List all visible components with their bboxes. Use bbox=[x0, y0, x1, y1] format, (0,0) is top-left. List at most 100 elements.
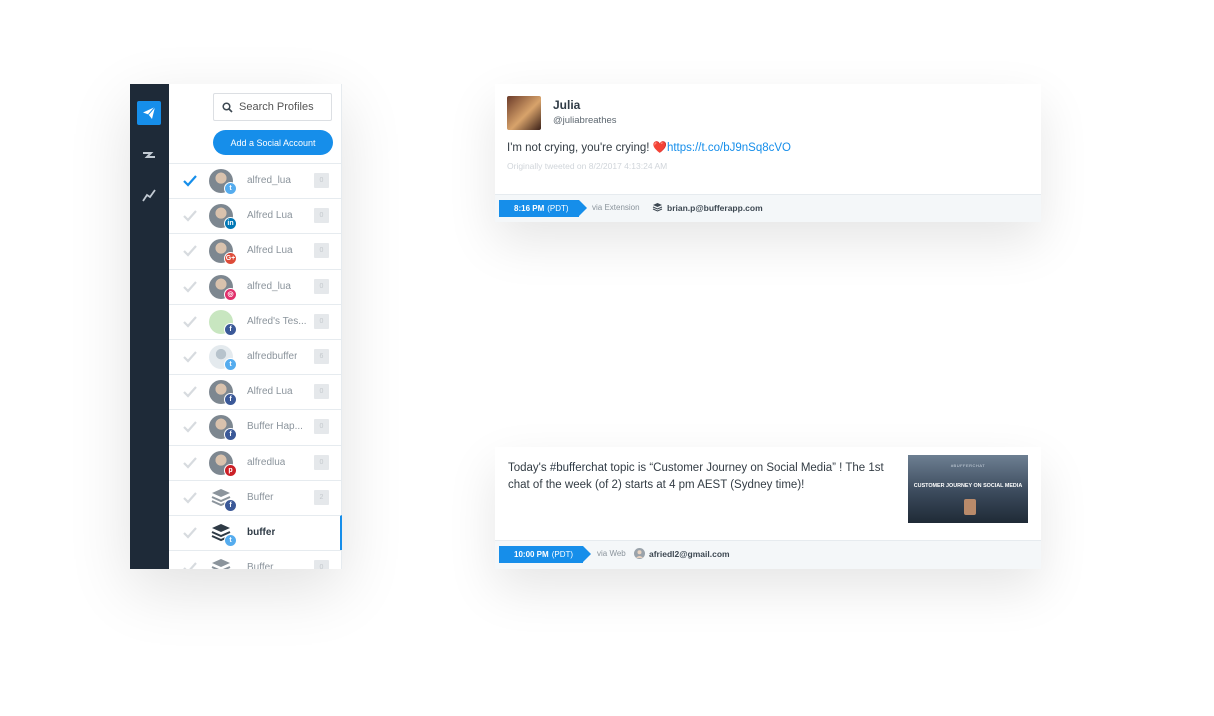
profile-name: Buffer bbox=[247, 562, 274, 569]
profile-row[interactable]: t alfredbuffer 6 bbox=[169, 338, 342, 374]
avatar bbox=[507, 96, 541, 130]
facebook-icon: f bbox=[224, 322, 237, 336]
instagram-icon: ◎ bbox=[224, 287, 237, 301]
checkmark-icon[interactable] bbox=[183, 491, 197, 504]
thumbnail-photo bbox=[964, 499, 976, 515]
profile-name: Alfred's Tes... bbox=[247, 315, 307, 327]
profile-row[interactable]: t alfred_lua 0 bbox=[169, 163, 342, 198]
post-card-retweet: Julia @juliabreathes I'm not crying, you… bbox=[495, 84, 1041, 222]
nav-reply[interactable] bbox=[137, 143, 161, 167]
nav-publish[interactable] bbox=[137, 101, 161, 125]
queue-count-badge: 0 bbox=[314, 313, 329, 329]
facebook-icon: f bbox=[224, 498, 237, 512]
profile-row[interactable]: in Alfred Lua 0 bbox=[169, 198, 342, 233]
checkmark-icon[interactable] bbox=[183, 245, 197, 257]
thumbnail-caption-top: #BUFFERCHAT bbox=[950, 463, 986, 468]
analytics-icon bbox=[142, 189, 156, 202]
main-nav bbox=[130, 84, 169, 569]
tweet-text: I'm not crying, you're crying! ❤️https:/… bbox=[507, 140, 791, 154]
profile-name: Buffer Hap... bbox=[247, 421, 303, 433]
checkmark-icon[interactable] bbox=[183, 456, 197, 469]
checkmark-icon[interactable] bbox=[183, 351, 197, 363]
post-image-thumbnail[interactable]: #BUFFERCHAT CUSTOMER JOURNEY ON SOCIAL M… bbox=[908, 455, 1028, 523]
profile-row[interactable]: G+ Alfred Lua 0 bbox=[169, 233, 342, 268]
thumbnail-title: CUSTOMER JOURNEY ON SOCIAL MEDIA bbox=[913, 483, 1023, 489]
queue-count-badge: 0 bbox=[314, 243, 329, 259]
checkmark-icon[interactable] bbox=[183, 386, 197, 398]
queue-count-badge: 6 bbox=[314, 348, 329, 364]
post-timezone: (PDT) bbox=[547, 204, 569, 213]
profile-row[interactable]: p alfredlua 0 bbox=[169, 444, 342, 480]
checkmark-icon[interactable] bbox=[183, 562, 197, 569]
facebook-icon: f bbox=[224, 393, 237, 407]
twitter-icon: t bbox=[224, 357, 237, 371]
search-icon bbox=[222, 101, 233, 113]
profile-name: Alfred Lua bbox=[247, 210, 293, 222]
profile-name: Buffer bbox=[247, 491, 274, 503]
post-via: via Extension bbox=[592, 203, 640, 212]
avatar bbox=[209, 556, 233, 569]
checkmark-icon[interactable] bbox=[183, 527, 197, 539]
queue-count-badge: 0 bbox=[314, 454, 329, 470]
post-via: via Web bbox=[597, 549, 626, 558]
post-hashtag[interactable]: #bufferchat bbox=[550, 462, 607, 474]
profile-name: alfred_lua bbox=[247, 280, 291, 292]
twitter-icon: t bbox=[224, 533, 237, 547]
post-author-email: brian.p@bufferapp.com bbox=[667, 202, 763, 213]
checkmark-icon[interactable] bbox=[183, 175, 197, 187]
scheduled-time-tag: 8:16 PM (PDT) bbox=[499, 200, 587, 217]
profile-name: alfred_lua bbox=[247, 175, 291, 186]
tweet-body: I'm not crying, you're crying! bbox=[507, 142, 653, 154]
post-author: brian.p@bufferapp.com bbox=[652, 202, 763, 213]
search-box[interactable] bbox=[213, 93, 332, 121]
checkmark-icon[interactable] bbox=[183, 316, 197, 328]
add-social-account-button[interactable]: Add a Social Account bbox=[213, 130, 333, 155]
tweet-link[interactable]: https://t.co/bJ9nSq8cVO bbox=[667, 142, 791, 154]
profiles-panel: Add a Social Account t alfred_lua 0 in Alfre… bbox=[130, 84, 342, 569]
queue-count-badge: 0 bbox=[314, 278, 329, 294]
profile-row[interactable]: f Buffer Hap... 0 bbox=[169, 409, 342, 444]
post-text-before: Today's bbox=[508, 462, 550, 474]
search-input[interactable] bbox=[239, 101, 327, 113]
google-plus-icon: G+ bbox=[224, 252, 237, 266]
queue-count-badge: 0 bbox=[314, 560, 329, 569]
profile-row[interactable]: f Buffer 2 bbox=[169, 479, 342, 515]
user-avatar-icon bbox=[634, 548, 645, 559]
post-timezone: (PDT) bbox=[551, 550, 574, 559]
nav-analytics[interactable] bbox=[137, 183, 161, 207]
profile-row[interactable]: tBuffer0 bbox=[169, 550, 342, 569]
post-author-email: afriedl2@gmail.com bbox=[649, 548, 730, 559]
linkedin-icon: in bbox=[224, 217, 237, 231]
scheduled-time-tag: 10:00 PM (PDT) bbox=[499, 546, 592, 563]
profile-name: alfredlua bbox=[247, 456, 286, 468]
post-footer: 10:00 PM (PDT) via Web afriedl2@gmail.com bbox=[495, 540, 1041, 569]
profile-row[interactable]: t buffer bbox=[169, 514, 342, 551]
post-time: 10:00 PM bbox=[514, 550, 549, 559]
twitter-icon: t bbox=[224, 182, 237, 195]
profile-sidebar: Add a Social Account t alfred_lua 0 in Alfre… bbox=[169, 84, 342, 569]
checkmark-icon[interactable] bbox=[183, 210, 197, 222]
post-time: 8:16 PM bbox=[514, 204, 545, 213]
post-footer: 8:16 PM (PDT) via Extension brian.p@buffe… bbox=[495, 194, 1041, 222]
tweet-author-name[interactable]: Julia bbox=[553, 98, 580, 112]
profile-row[interactable]: ◎ alfred_lua 0 bbox=[169, 268, 342, 304]
queue-count-badge: 2 bbox=[314, 489, 329, 505]
profile-row[interactable]: f Alfred Lua 0 bbox=[169, 374, 342, 409]
reply-icon bbox=[143, 152, 155, 158]
checkmark-icon[interactable] bbox=[183, 280, 197, 293]
profile-name: Alfred Lua bbox=[247, 245, 293, 257]
tweet-author-handle: @juliabreathes bbox=[553, 115, 617, 126]
checkmark-icon[interactable] bbox=[183, 421, 197, 433]
heart-icon: ❤️ bbox=[652, 142, 667, 154]
queue-count-badge: 0 bbox=[314, 384, 329, 400]
buffer-logo-icon bbox=[652, 203, 663, 212]
profile-name: alfredbuffer bbox=[247, 350, 298, 362]
queue-count-badge: 0 bbox=[314, 419, 329, 435]
queue-count-badge: 0 bbox=[314, 173, 329, 188]
profile-list: t alfred_lua 0 in Alfred Lua 0 G+ Alfred Lua 0 ◎ a… bbox=[169, 163, 342, 569]
post-text: Today's #bufferchat topic is “Customer J… bbox=[508, 460, 898, 494]
profile-row[interactable]: f Alfred's Tes... 0 bbox=[169, 303, 342, 339]
post-card-image: Today's #bufferchat topic is “Customer J… bbox=[495, 447, 1041, 569]
paper-plane-icon bbox=[143, 106, 156, 119]
profile-name: buffer bbox=[247, 526, 276, 538]
